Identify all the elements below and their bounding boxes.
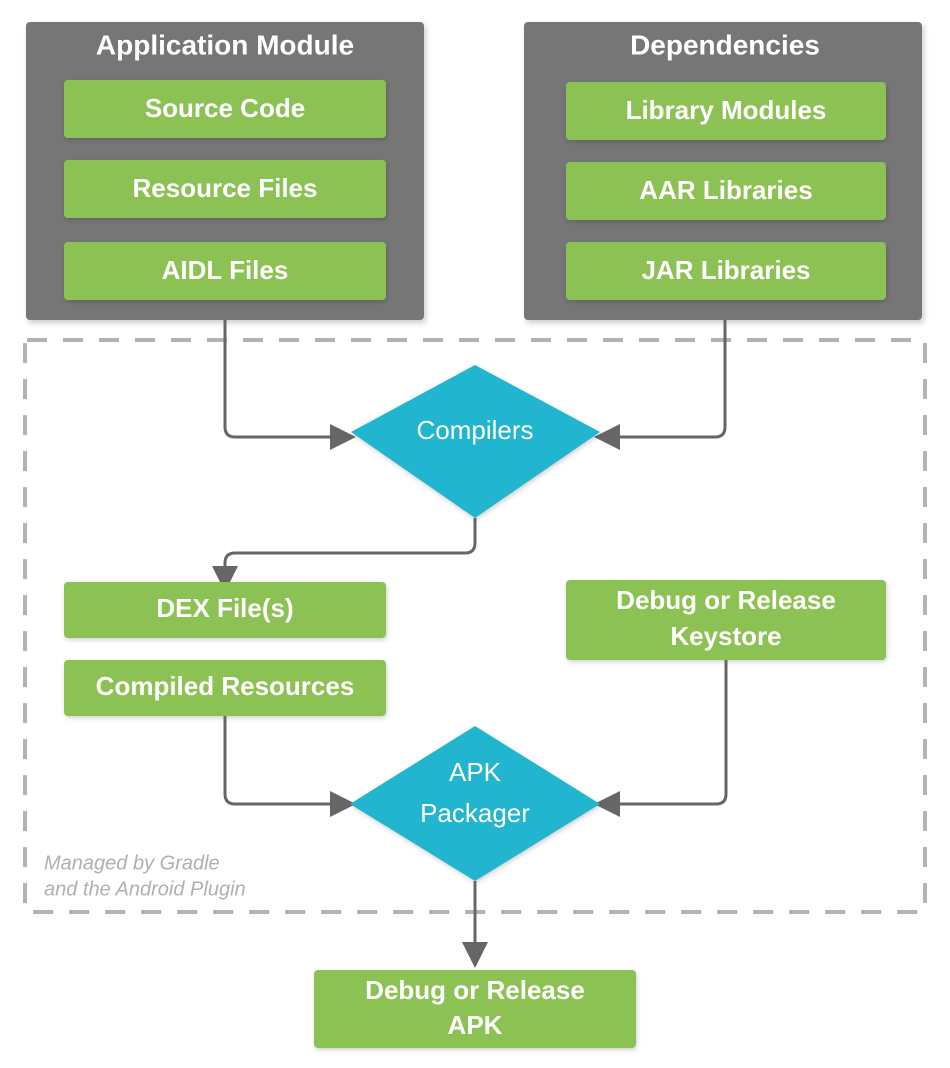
node-keystore-label-line1: Debug or Release [616,585,836,615]
node-compilers-label: Compilers [416,415,533,445]
dependencies-title: Dependencies [630,29,820,60]
node-output-apk: Debug or Release APK [314,970,636,1048]
diagram-canvas: Application Module Source Code Resource … [23,22,927,1048]
node-keystore: Debug or Release Keystore [566,580,886,660]
flow-keystore-to-packager-line [620,660,728,806]
flow-compilers-to-dex-line [223,518,477,568]
node-keystore-label-line2: Keystore [670,621,781,651]
node-dex-files: DEX File(s) [64,582,386,638]
gradle-managed-note-line2: and the Android Plugin [44,878,246,900]
flow-keystore-to-packager [594,660,728,817]
gradle-managed-note: Managed by Gradle and the Android Plugin [44,852,246,900]
flow-resources-to-packager [223,716,356,817]
node-output-apk-label-line1: Debug or Release [365,975,585,1005]
gradle-managed-note-line1: Managed by Gradle [44,852,220,874]
node-aidl-files-label: AIDL Files [162,255,289,285]
node-source-code-label: Source Code [145,93,305,123]
flow-packager-to-output [462,881,488,968]
node-output-apk-label-line2: APK [448,1010,503,1040]
group-application-module: Application Module Source Code Resource … [26,22,424,320]
node-apk-packager: APK Packager [350,726,600,881]
node-compiled-resources-label: Compiled Resources [96,671,355,701]
flow-dependencies-to-compilers-line [620,320,727,439]
node-aar-libraries-label: AAR Libraries [639,175,812,205]
node-resource-files-label: Resource Files [133,173,318,203]
application-module-title: Application Module [96,29,354,60]
flow-compilers-to-dex [212,518,477,592]
flow-dependencies-to-compilers-arrowhead [594,424,620,450]
node-dex-files-label: DEX File(s) [156,593,293,623]
flow-resources-to-packager-line [223,716,330,806]
flow-appmodule-to-compilers-arrowhead [330,424,356,450]
node-apk-packager-label-line1: APK [449,757,502,787]
flow-packager-to-output-arrowhead [462,942,488,968]
build-process-diagram: Application Module Source Code Resource … [0,0,950,1068]
node-compiled-resources: Compiled Resources [64,660,386,716]
node-jar-libraries-label: JAR Libraries [641,255,810,285]
node-library-modules-label: Library Modules [626,95,827,125]
flow-appmodule-to-compilers-line [223,320,330,439]
node-compilers: Compilers [351,365,600,518]
group-dependencies: Dependencies Library Modules AAR Librari… [524,22,922,320]
node-apk-packager-label-line2: Packager [420,798,530,828]
